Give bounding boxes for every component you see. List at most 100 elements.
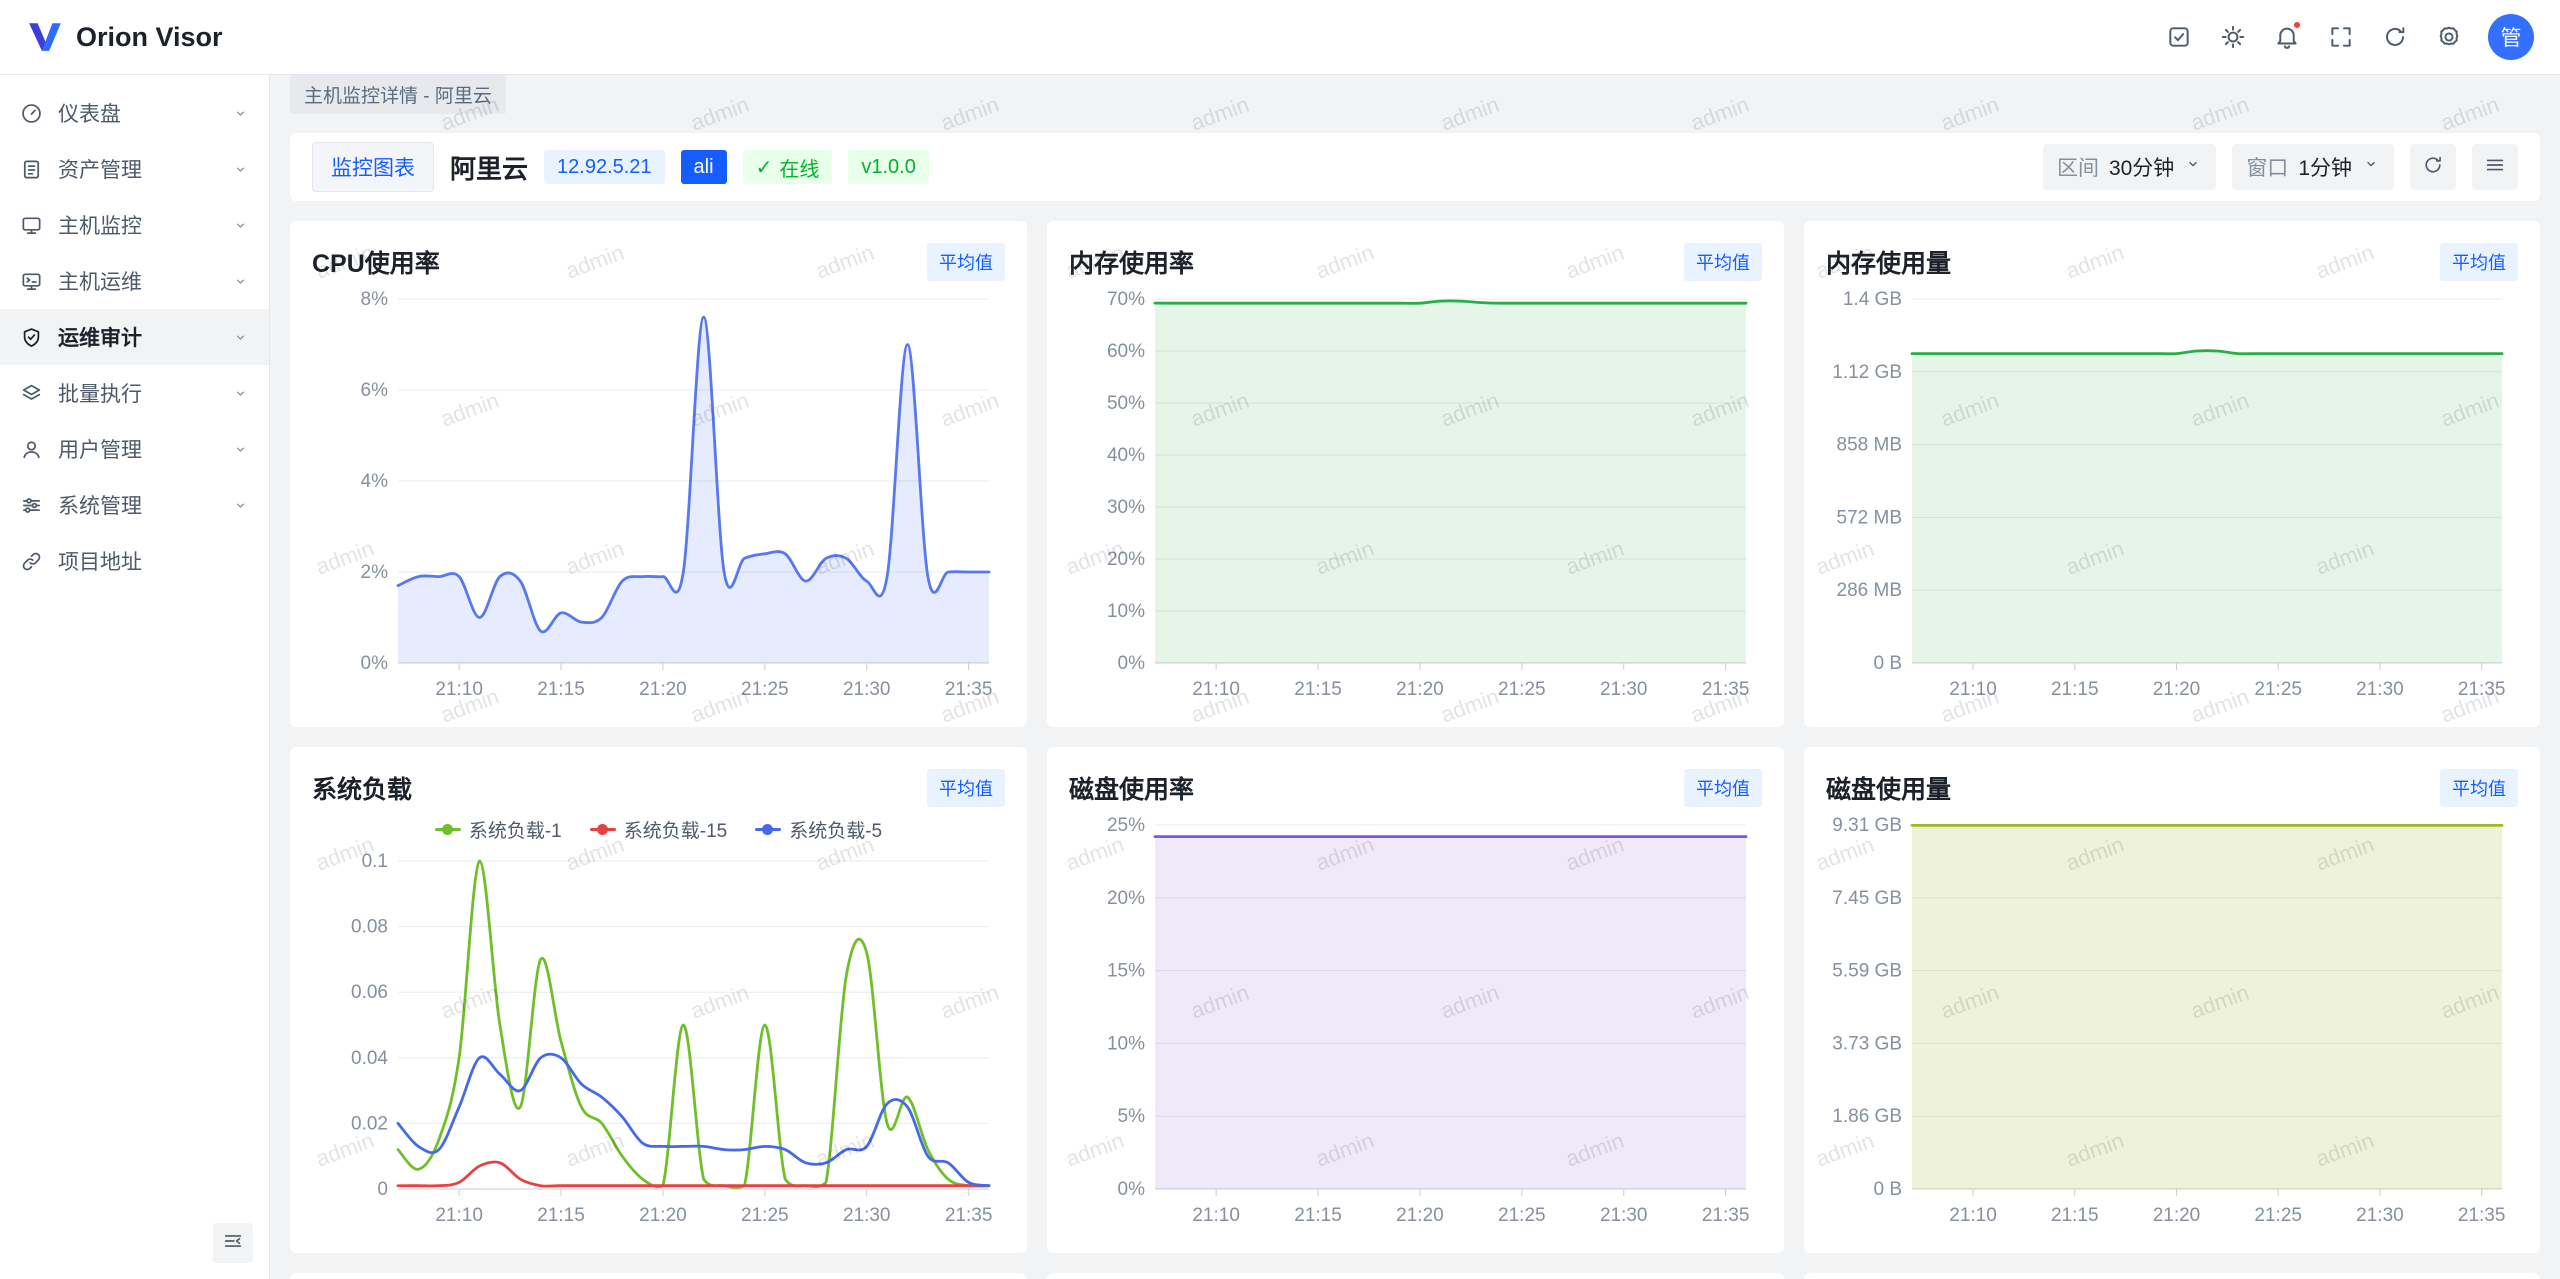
list-icon (2484, 154, 2506, 176)
todo-check-button[interactable] (2152, 10, 2206, 64)
chart-plot-area: 00.020.040.060.080.121:1021:1521:2021:25… (312, 847, 1005, 1235)
settings-gear-button[interactable] (2422, 10, 2476, 64)
notification-bell-button[interactable] (2260, 10, 2314, 64)
legend-label: 系统负载-1 (469, 816, 562, 843)
check-icon: ✓ (756, 155, 773, 180)
monitor-icon (20, 214, 43, 237)
svg-text:21:35: 21:35 (945, 1205, 993, 1226)
refresh-icon (2422, 154, 2444, 181)
chevron-down-icon (2362, 155, 2380, 179)
range-select[interactable]: 区间 30分钟 (2043, 144, 2216, 190)
chart-header: 内存使用率平均值 (1069, 239, 1762, 285)
fold-icon (222, 1230, 244, 1252)
svg-text:9.31 GB: 9.31 GB (1832, 815, 1902, 836)
window-select[interactable]: 窗口 1分钟 (2232, 144, 2394, 190)
range-select-value: 30分钟 (2109, 152, 2174, 182)
sidebar-item-project-link[interactable]: 项目地址 (0, 533, 269, 589)
gauge-icon (20, 102, 43, 125)
chart-svg-disk-usage-rate: 0%5%10%15%20%25%21:1021:1521:2021:2521:3… (1069, 811, 1762, 1235)
svg-text:1.86 GB: 1.86 GB (1832, 1106, 1902, 1127)
chart-card-system-load: 系统负载平均值系统负载-1系统负载-15系统负载-500.020.040.060… (290, 747, 1027, 1253)
svg-text:21:10: 21:10 (1949, 1205, 1997, 1226)
chevron-icon (2184, 155, 2202, 173)
host-toolbar: 监控图表 阿里云 12.92.5.21 ali ✓ 在线 v1.0.0 区间 3… (290, 133, 2540, 201)
chart-title: 系统负载 (312, 770, 412, 806)
chart-header: 磁盘使用量平均值 (1826, 765, 2518, 811)
chart-svg-mem-usage-amount: 0 B286 MB572 MB858 MB1.12 GB1.4 GB21:102… (1826, 285, 2518, 709)
content: 监控图表 阿里云 12.92.5.21 ali ✓ 在线 v1.0.0 区间 3… (270, 113, 2560, 1279)
sidebar-collapse-button[interactable] (213, 1223, 253, 1263)
chart-legend: 系统负载-1 系统负载-15 系统负载-5 (312, 811, 1005, 847)
chevron-down-icon (232, 497, 249, 514)
sidebar-item-user-mgmt[interactable]: 用户管理 (0, 421, 269, 477)
svg-text:0.1: 0.1 (362, 851, 388, 872)
svg-text:3.73 GB: 3.73 GB (1832, 1033, 1902, 1054)
breadcrumb[interactable]: 主机监控详情 - 阿里云 (290, 75, 506, 114)
svg-text:21:15: 21:15 (537, 679, 585, 700)
theme-sun-icon (2220, 24, 2246, 50)
window-select-value: 1分钟 (2298, 152, 2352, 182)
chart-svg-mem-usage-rate: 0%10%20%30%40%50%60%70%21:1021:1521:2021… (1069, 285, 1762, 709)
svg-text:21:20: 21:20 (1396, 1205, 1444, 1226)
charts-refresh-button[interactable] (2410, 144, 2456, 190)
main-area: 主机监控详情 - 阿里云 监控图表 阿里云 12.92.5.21 ali ✓ 在… (270, 75, 2560, 1279)
chart-plot-area: 0 B286 MB572 MB858 MB1.12 GB1.4 GB21:102… (1826, 285, 2518, 709)
aggregation-badge: 平均值 (1684, 769, 1762, 807)
shield-icon (20, 326, 43, 349)
app-logo-icon (26, 20, 64, 54)
sidebar-item-assets[interactable]: 资产管理 (0, 141, 269, 197)
sidebar-item-host-monitor[interactable]: 主机监控 (0, 197, 269, 253)
user-icon (20, 438, 43, 461)
chart-card-partial (1047, 1273, 1784, 1279)
chart-plot-area: 0%10%20%30%40%50%60%70%21:1021:1521:2021… (1069, 285, 1762, 709)
svg-text:21:10: 21:10 (435, 679, 483, 700)
sidebar-item-system-mgmt[interactable]: 系统管理 (0, 477, 269, 533)
sidebar-menu: 仪表盘资产管理主机监控主机运维运维审计批量执行用户管理系统管理项目地址 (0, 75, 269, 1279)
svg-text:50%: 50% (1107, 393, 1145, 414)
theme-sun-button[interactable] (2206, 10, 2260, 64)
svg-text:21:30: 21:30 (2356, 679, 2404, 700)
file-icon (20, 158, 43, 181)
chevron-down-icon (232, 105, 249, 122)
chart-card-cpu-usage: CPU使用率平均值0%2%4%6%8%21:1021:1521:2021:252… (290, 221, 1027, 727)
sidebar-item-label: 资产管理 (58, 154, 217, 184)
chevron-down-icon (232, 385, 249, 402)
refresh-button[interactable] (2368, 10, 2422, 64)
user-avatar[interactable]: 管 (2488, 14, 2534, 60)
legend-item[interactable]: 系统负载-15 (590, 816, 727, 843)
svg-text:8%: 8% (361, 289, 389, 310)
chart-header: 磁盘使用率 平均值 (1069, 765, 1762, 811)
fullscreen-button[interactable] (2314, 10, 2368, 64)
tab-monitor-charts[interactable]: 监控图表 (312, 142, 434, 192)
legend-item[interactable]: 系统负载-1 (435, 816, 562, 843)
svg-text:30%: 30% (1107, 497, 1145, 518)
svg-text:21:15: 21:15 (537, 1205, 585, 1226)
svg-text:0.08: 0.08 (351, 917, 388, 938)
legend-item[interactable]: 系统负载-5 (755, 816, 882, 843)
window-select-label: 窗口 (2246, 152, 2288, 182)
chart-title: 磁盘使用率 (1069, 770, 1194, 806)
chart-title: 磁盘使用量 (1826, 770, 1951, 806)
brand[interactable]: Orion Visor (26, 20, 223, 54)
sidebar-item-dashboard[interactable]: 仪表盘 (0, 85, 269, 141)
svg-text:1.12 GB: 1.12 GB (1832, 362, 1902, 383)
host-status-tag: ✓ 在线 (743, 150, 833, 184)
svg-text:0 B: 0 B (1873, 1179, 1902, 1200)
svg-text:21:35: 21:35 (2458, 679, 2506, 700)
sidebar-item-batch-exec[interactable]: 批量执行 (0, 365, 269, 421)
charts-layout-button[interactable] (2472, 144, 2518, 190)
chart-plot-area: 0%5%10%15%20%25%21:1021:1521:2021:2521:3… (1069, 811, 1762, 1235)
sidebar-item-host-ops[interactable]: 主机运维 (0, 253, 269, 309)
legend-label: 系统负载-15 (624, 816, 727, 843)
sidebar-item-ops-audit[interactable]: 运维审计 (0, 309, 269, 365)
legend-marker (435, 828, 461, 831)
svg-text:21:25: 21:25 (2254, 679, 2302, 700)
svg-text:21:20: 21:20 (639, 1205, 687, 1226)
layout-list-icon (2484, 154, 2506, 181)
svg-text:1.4 GB: 1.4 GB (1843, 289, 1902, 310)
aggregation-badge: 平均值 (1684, 243, 1762, 281)
svg-text:2%: 2% (361, 562, 389, 583)
legend-marker (755, 828, 781, 831)
chart-card-mem-usage-amount: 内存使用量平均值0 B286 MB572 MB858 MB1.12 GB1.4 … (1804, 221, 2540, 727)
svg-text:21:20: 21:20 (2153, 679, 2201, 700)
